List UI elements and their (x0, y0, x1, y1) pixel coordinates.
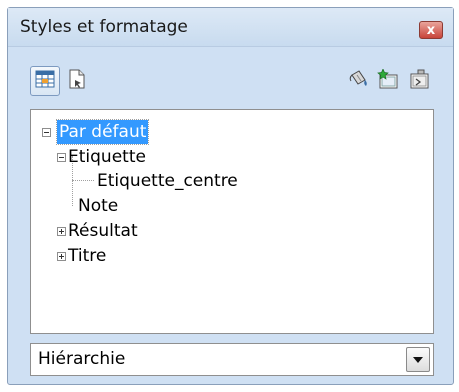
collapse-icon[interactable] (57, 153, 66, 162)
tree-connector (72, 180, 94, 181)
fill-format-mode-button[interactable] (344, 66, 374, 96)
title-bar[interactable]: Styles et formatage x (8, 8, 453, 47)
cell-styles-icon (35, 70, 55, 92)
tree-item-etiquette-centre[interactable]: Etiquette_centre (97, 169, 238, 193)
close-icon: x (426, 22, 436, 38)
close-button[interactable]: x (419, 21, 443, 39)
cell-styles-button[interactable] (30, 66, 60, 96)
new-style-from-selection-button[interactable] (373, 66, 403, 96)
style-filter-dropdown[interactable]: Hiérarchie (30, 343, 434, 376)
tree-item-label: Etiquette_centre (97, 171, 238, 191)
window-title: Styles et formatage (20, 17, 188, 37)
tree-item-label: Résultat (68, 221, 138, 241)
expand-icon[interactable] (57, 227, 66, 236)
tree-item-label: Par défaut (55, 119, 150, 145)
expand-icon[interactable] (57, 252, 66, 261)
toolbar (8, 47, 453, 105)
styles-tree[interactable]: Par défaut Etiquette Etiquette_centre No… (30, 109, 434, 334)
update-style-button[interactable] (404, 66, 434, 96)
tree-item-label: Titre (68, 246, 107, 266)
dropdown-value: Hiérarchie (38, 349, 126, 369)
tree-item-label: Note (78, 196, 119, 216)
fill-format-mode-icon (348, 69, 370, 93)
page-styles-icon (68, 69, 86, 93)
page-styles-button[interactable] (62, 66, 92, 96)
update-style-icon (408, 69, 430, 93)
collapse-icon[interactable] (42, 128, 51, 137)
tree-item-label: Etiquette (68, 147, 146, 167)
styles-formatting-window: Styles et formatage x Par défaut Etiquet… (7, 7, 454, 385)
tree-item-note[interactable]: Note (78, 194, 118, 218)
new-style-from-selection-icon (377, 68, 399, 93)
chevron-down-icon[interactable] (406, 347, 430, 372)
